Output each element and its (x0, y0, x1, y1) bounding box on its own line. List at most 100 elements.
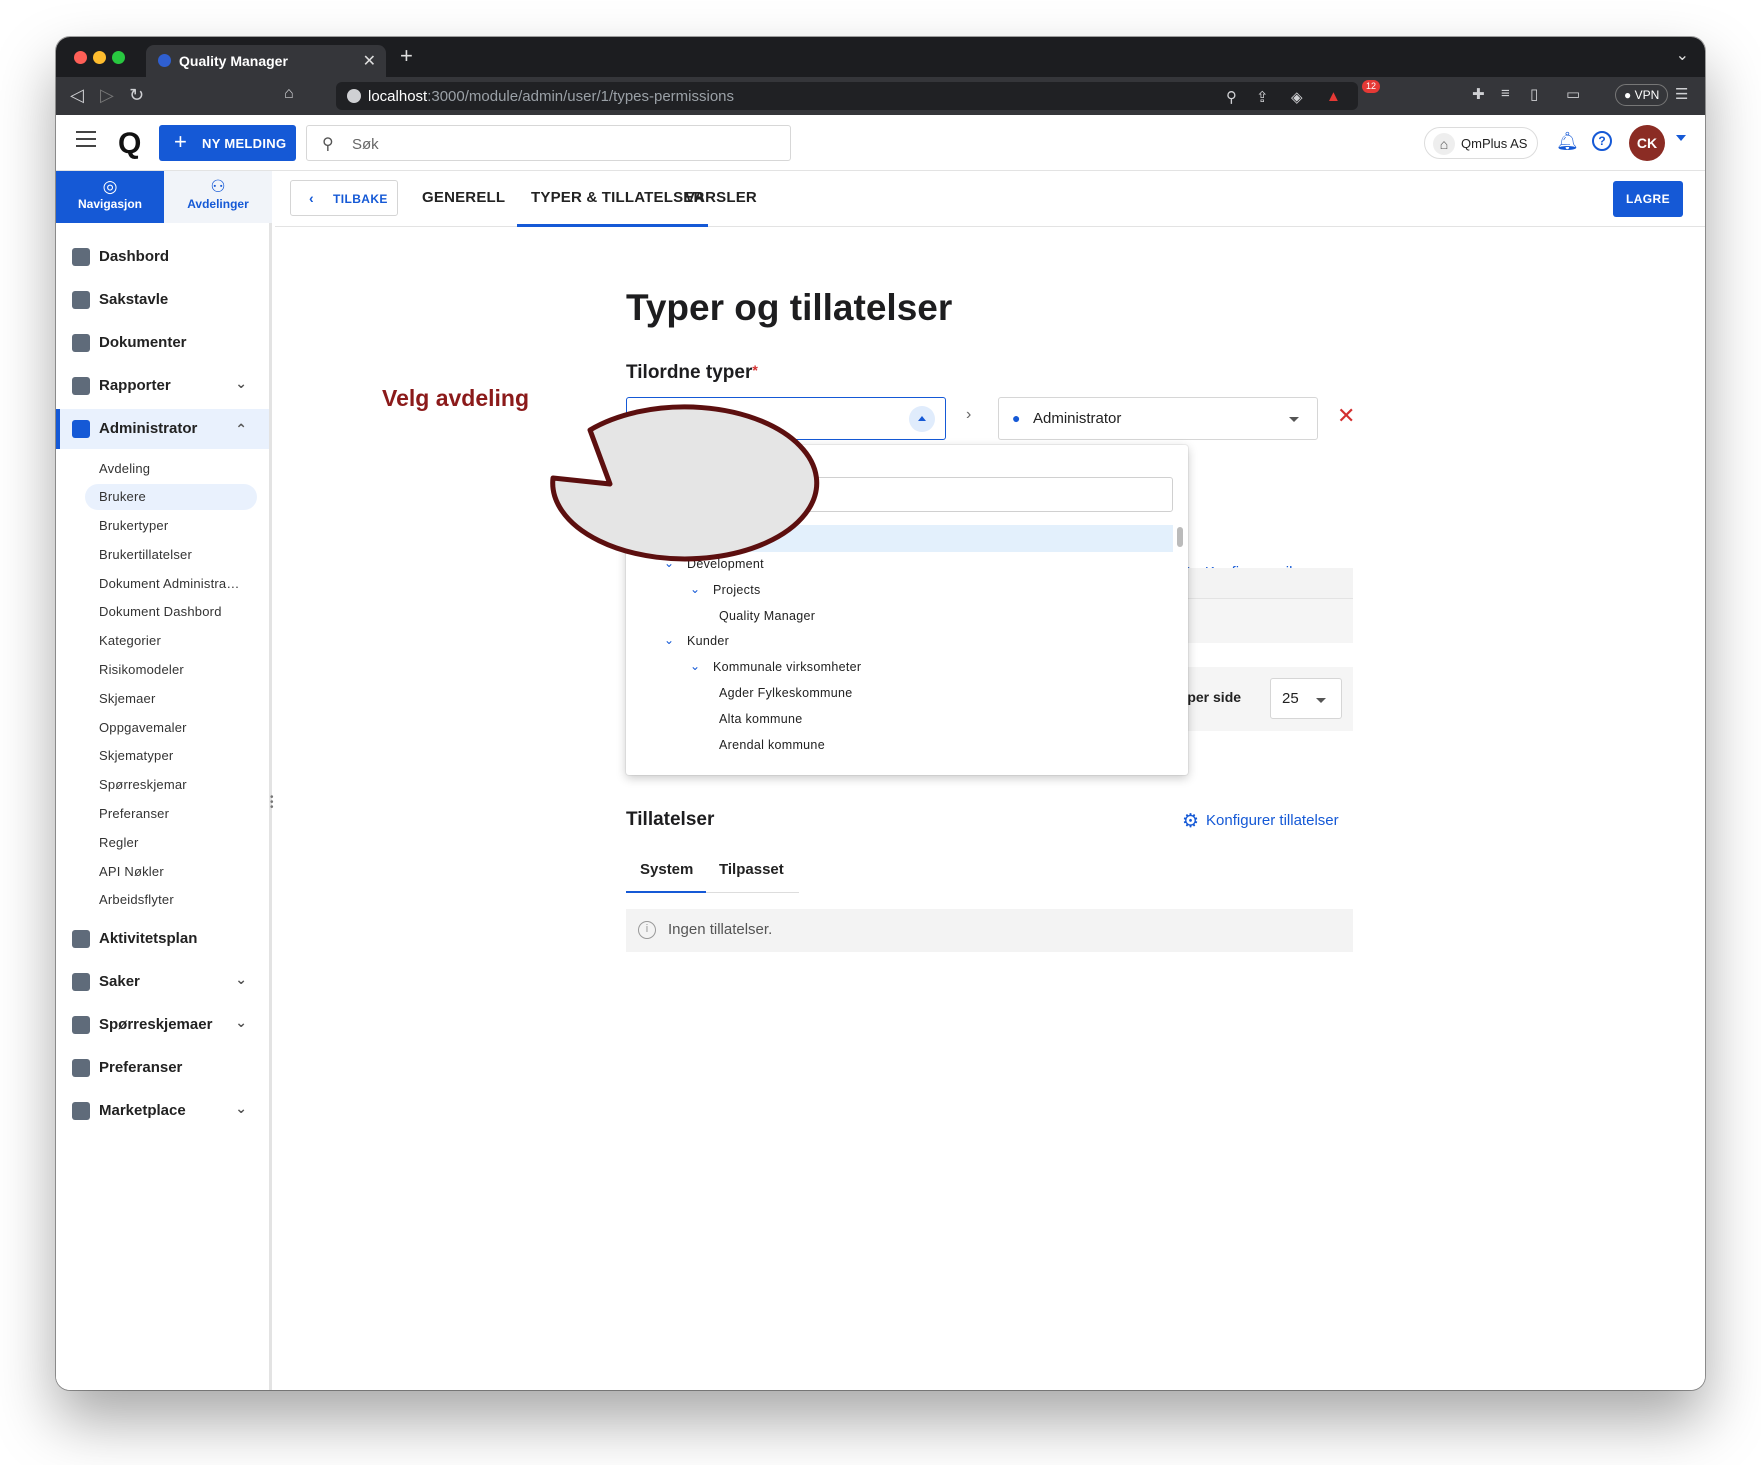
tree-item[interactable]: ⌄ Development (626, 551, 1173, 578)
user-avatar[interactable]: CK (1629, 125, 1665, 161)
user-type-select[interactable]: ● Administrator (998, 397, 1318, 440)
bookmark-icon[interactable]: ⌂ (284, 85, 294, 103)
url-text: localhost:3000/module/admin/user/1/types… (368, 88, 735, 105)
admin-subitem[interactable]: Regler (99, 835, 139, 850)
admin-subitem[interactable]: Skjemaer (99, 691, 156, 706)
admin-subitem[interactable]: Oppgavemaler (99, 720, 187, 735)
tree-item[interactable]: Quality Manager (626, 603, 1173, 630)
admin-subitem[interactable]: Dokument Administra… (99, 576, 240, 591)
sidebar-item-administrator[interactable]: Administrator ⌃ (56, 409, 269, 449)
admin-subitem[interactable]: Skjematyper (99, 748, 173, 763)
tree-item[interactable]: Agder Fylkeskommune (626, 680, 1173, 707)
department-search-input[interactable]: ⚲ Søk... (640, 477, 1173, 512)
vpn-button[interactable]: ● VPN (1615, 84, 1669, 106)
tab-system[interactable]: System (640, 861, 693, 878)
department-select[interactable]: ⌂ QmPlus AS (626, 397, 946, 440)
new-tab-icon[interactable]: + (400, 43, 413, 69)
app-logo[interactable]: Q (118, 127, 141, 161)
global-search-input[interactable]: ⚲ Søk (306, 125, 791, 161)
back-button[interactable]: ‹ TILBAKE (290, 180, 398, 216)
rows-per-page-select[interactable]: 25 (1270, 678, 1342, 719)
notifications-bell-icon[interactable]: 🔔︎ (1556, 131, 1579, 152)
tab-tilpasset[interactable]: Tilpasset (719, 861, 784, 878)
bar-chart-icon (72, 377, 90, 395)
dropdown-scrollbar[interactable] (1177, 527, 1183, 547)
admin-subitem[interactable]: API Nøkler (99, 864, 164, 879)
dashboard-icon (72, 248, 90, 266)
tree-item[interactable]: ⌄ QmPlus AS (626, 525, 1173, 552)
hamburger-menu-icon[interactable] (76, 131, 96, 149)
store-icon (72, 1102, 90, 1120)
sidebar-item-sporreskjemaer[interactable]: Spørreskjemaer ⌄ (56, 1005, 269, 1045)
tab-typer-tillatelser[interactable]: TYPER & TILLATELSER (531, 189, 705, 206)
extensions-icon[interactable]: ✚ (1472, 85, 1485, 103)
chevron-down-icon[interactable]: ⌄ (639, 530, 649, 544)
sidebar-item-sakstavle[interactable]: Sakstavle (56, 280, 269, 320)
sidebar-item-rapporter[interactable]: Rapporter ⌄ (56, 366, 269, 406)
sidebar-toggle-icon[interactable]: ▯ (1530, 85, 1538, 103)
save-button[interactable]: LAGRE (1613, 181, 1683, 217)
sidebar-tab-navigasjon[interactable]: ◎ Navigasjon (56, 171, 164, 223)
admin-subitem[interactable]: Kategorier (99, 633, 161, 648)
address-bar[interactable]: localhost:3000/module/admin/user/1/types… (336, 82, 1358, 110)
sidebar-item-dokumenter[interactable]: Dokumenter (56, 323, 269, 363)
sidebar: ◎ Navigasjon ⚇ Avdelinger Dashbord Sakst… (56, 171, 272, 1390)
sidebar-item-saker[interactable]: Saker ⌄ (56, 962, 269, 1002)
forward-arrow-icon[interactable]: ▷ (100, 85, 114, 106)
site-info-icon[interactable] (347, 89, 361, 103)
admin-subitem[interactable]: Brukertyper (99, 518, 168, 533)
tree-item[interactable]: ⌄ Kommunale virksomheter (626, 654, 1173, 681)
admin-subitem[interactable]: Avdeling (99, 461, 150, 476)
sidebar-item-preferanser[interactable]: Preferanser (56, 1048, 269, 1088)
remove-assignment-icon[interactable]: ✕ (1337, 403, 1355, 429)
company-selector[interactable]: ⌂ QmPlus AS (1424, 127, 1538, 159)
admin-subitem[interactable]: Preferanser (99, 806, 169, 821)
chevron-down-icon[interactable]: ⌄ (664, 556, 674, 570)
wallet-icon[interactable]: ▭ (1566, 85, 1580, 103)
home-icon: ⌂ (1433, 133, 1455, 155)
chevron-down-icon[interactable]: ⌄ (690, 582, 700, 596)
tree-item[interactable]: ⌄ Projects (626, 577, 1173, 604)
rewards-icon[interactable]: ▲ (1326, 88, 1341, 105)
tab-close-icon[interactable]: ✕ (363, 51, 376, 71)
admin-subitem[interactable]: Dokument Dashbord (99, 604, 222, 619)
help-icon[interactable]: ? (1592, 131, 1612, 151)
close-window-button[interactable] (74, 51, 87, 64)
minimize-window-button[interactable] (93, 51, 106, 64)
admin-subitem[interactable]: Risikomodeler (99, 662, 184, 677)
maximize-window-button[interactable] (112, 51, 125, 64)
tree-item[interactable]: Alta kommune (626, 706, 1173, 733)
sidebar-item-marketplace[interactable]: Marketplace ⌄ (56, 1091, 269, 1131)
tree-item[interactable]: Arendal kommune (626, 732, 1173, 759)
chevron-down-icon[interactable]: ⌄ (690, 659, 700, 673)
browser-tab[interactable]: Quality Manager ✕ (146, 45, 386, 77)
playlist-icon[interactable]: ≡ (1501, 85, 1510, 102)
configure-permissions-link[interactable]: ⚙ Konfigurer tillatelser (1182, 810, 1339, 833)
calendar-icon (72, 930, 90, 948)
chevron-down-icon[interactable]: ⌄ (664, 633, 674, 647)
tab-list-chevron-icon[interactable]: ⌄ (1676, 45, 1689, 65)
zoom-icon[interactable]: ⚲ (1226, 88, 1237, 106)
admin-subitem-active[interactable]: Brukere (85, 484, 257, 510)
user-menu-caret-icon[interactable] (1676, 135, 1686, 141)
page-title: Typer og tillatelser (626, 287, 953, 328)
new-message-button[interactable]: + NY MELDING (159, 125, 296, 161)
admin-subitem[interactable]: Spørreskjemar (99, 777, 187, 792)
sidebar-tab-avdelinger[interactable]: ⚇ Avdelinger (164, 171, 272, 223)
chevron-up-icon[interactable] (909, 406, 935, 432)
admin-subitem[interactable]: Brukertillatelser (99, 547, 192, 562)
admin-subitem[interactable]: Arbeidsflyter (99, 892, 174, 907)
chevron-up-icon: ⌃ (235, 421, 247, 437)
tab-varsler[interactable]: VARSLER (685, 189, 757, 206)
brave-shield-icon[interactable]: ◈ (1291, 88, 1303, 106)
menu-icon[interactable]: ☰ (1675, 85, 1688, 103)
tab-generell[interactable]: GENERELL (422, 189, 505, 206)
browser-window: Quality Manager ✕ + ⌄ ◁ ▷ ↻ ⌂ localhost:… (56, 37, 1705, 1390)
share-icon[interactable]: ⇪ (1256, 88, 1269, 106)
tree-item[interactable]: ⌄ Kunder (626, 628, 1173, 655)
reload-icon[interactable]: ↻ (129, 85, 144, 106)
sidebar-resize-handle[interactable]: • • • (270, 793, 274, 813)
back-arrow-icon[interactable]: ◁ (70, 85, 84, 106)
sidebar-item-aktivitetsplan[interactable]: Aktivitetsplan (56, 919, 269, 959)
sidebar-item-dashbord[interactable]: Dashbord (56, 237, 269, 277)
